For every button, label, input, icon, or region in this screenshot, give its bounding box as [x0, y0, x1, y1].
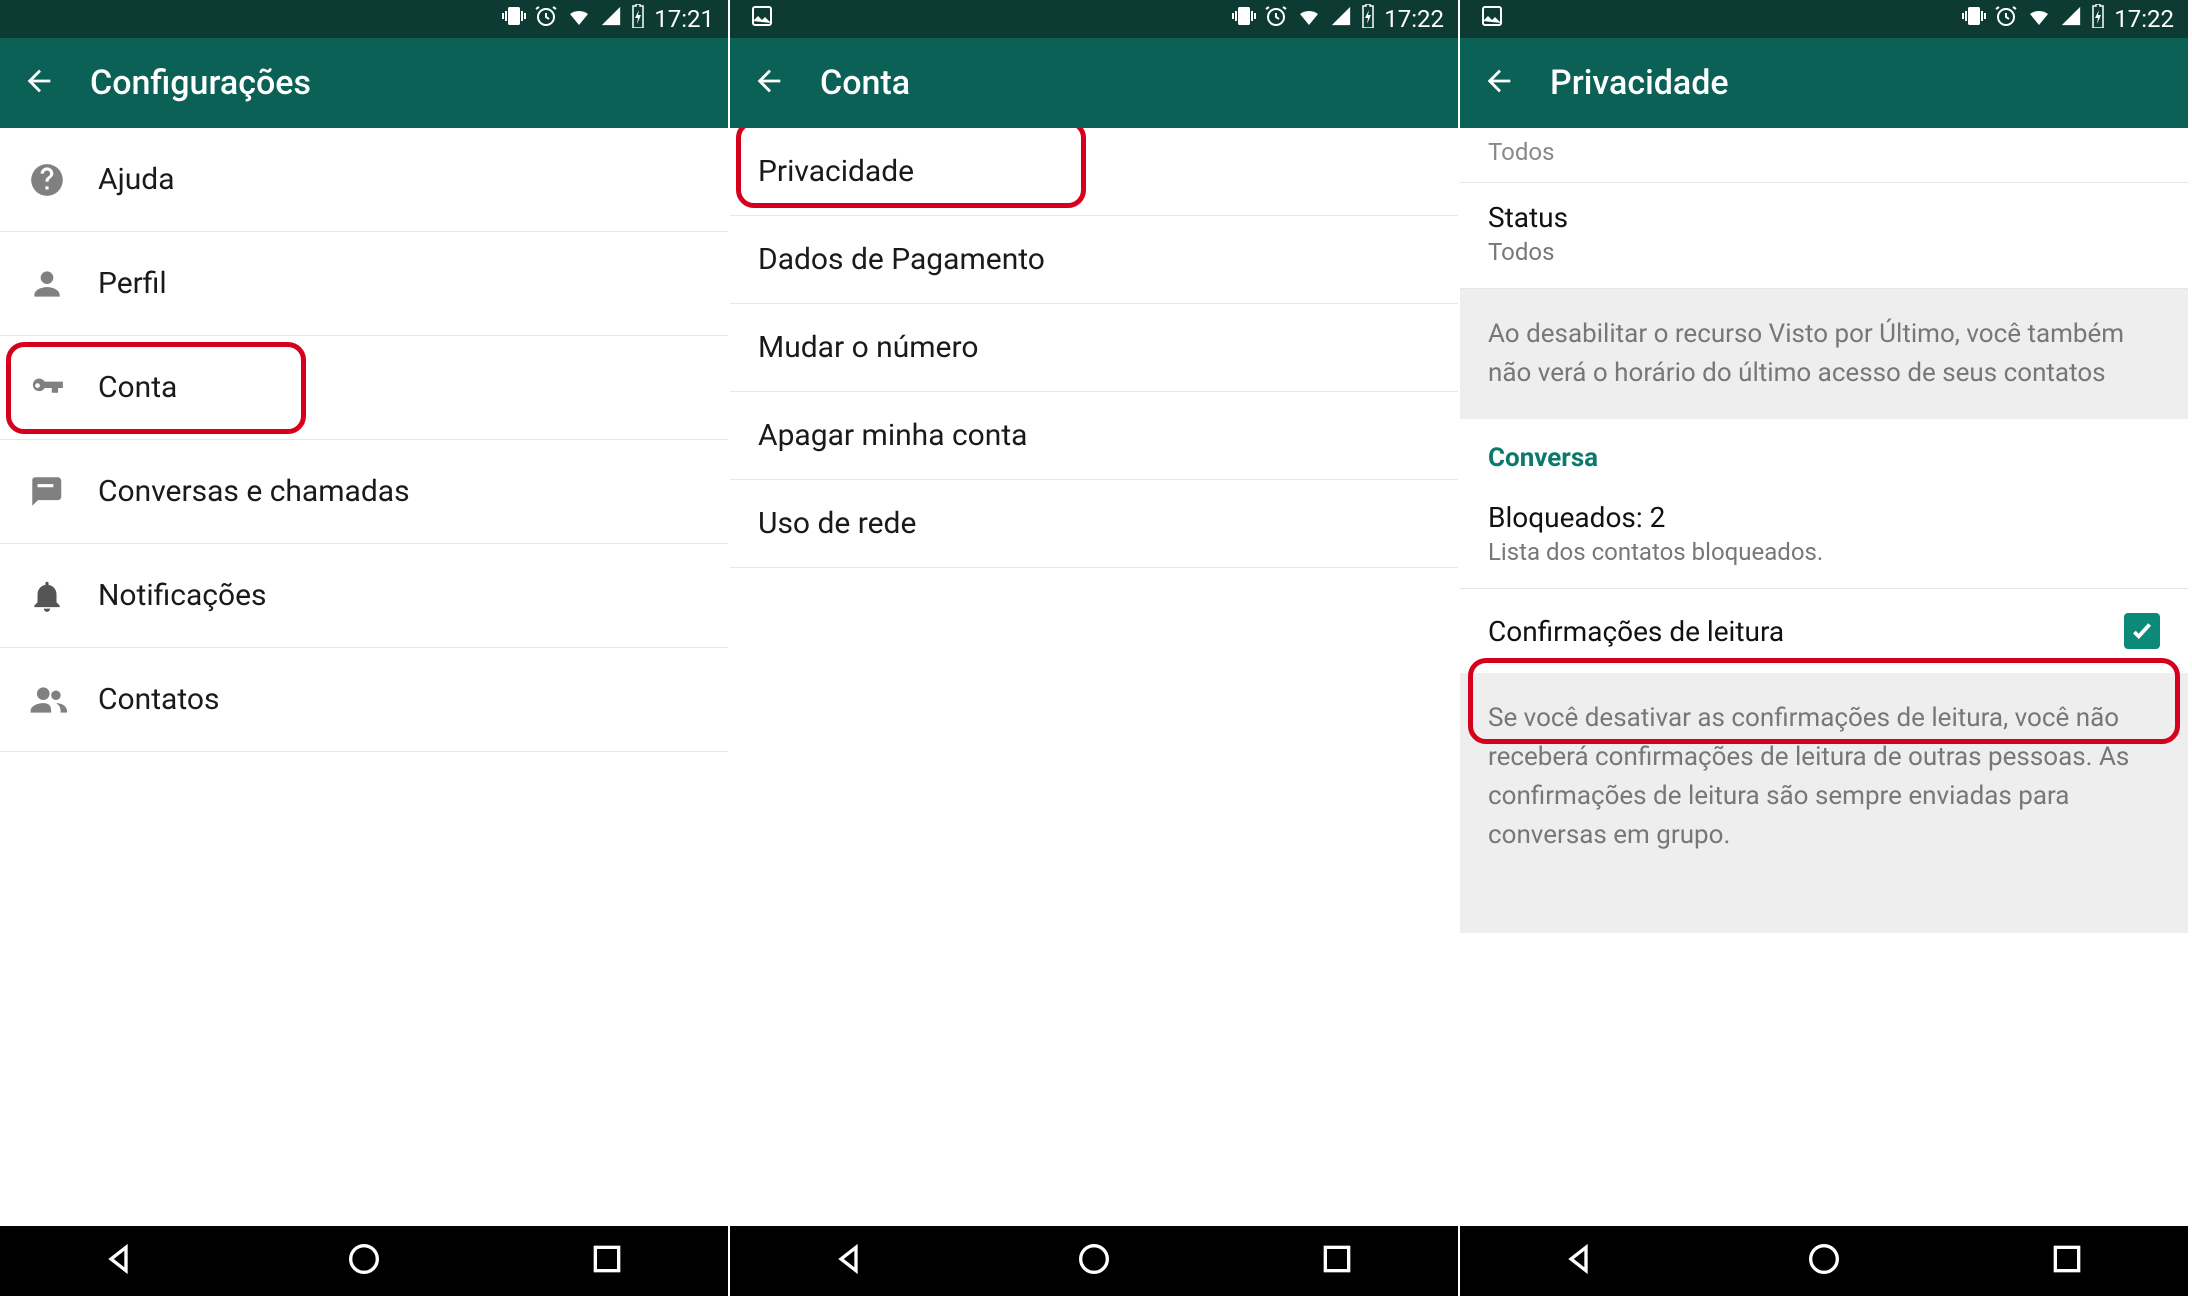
signal-icon: [2060, 5, 2082, 33]
item-label: Contatos: [98, 682, 219, 717]
item-bloqueados[interactable]: Bloqueados: 2 Lista dos contatos bloquea…: [1460, 483, 2188, 589]
app-bar: Configurações: [0, 38, 728, 128]
nav-recent-icon[interactable]: [2047, 1239, 2087, 1283]
app-bar-title: Configurações: [90, 63, 311, 103]
account-list: Privacidade Dados de Pagamento Mudar o n…: [730, 128, 1458, 1216]
item-notificacoes[interactable]: Notificações: [0, 544, 728, 648]
item-perfil[interactable]: Perfil: [0, 232, 728, 336]
signal-icon: [600, 5, 622, 33]
status-bar: 17:21: [0, 0, 728, 38]
note-last-seen: Ao desabilitar o recurso Visto por Últim…: [1460, 289, 2188, 419]
item-mudar-numero[interactable]: Mudar o número: [730, 304, 1458, 392]
vibrate-icon: [1962, 4, 1986, 34]
battery-icon: [630, 4, 646, 34]
status-bar: 17:22: [1460, 0, 2188, 38]
battery-icon: [1360, 4, 1376, 34]
clock-text: 17:21: [654, 5, 714, 33]
alarm-icon: [534, 4, 558, 34]
nav-home-icon[interactable]: [1074, 1239, 1114, 1283]
alarm-icon: [1264, 4, 1288, 34]
screen-configuracoes: 17:21 Configurações Ajuda Perfil Conta C…: [0, 0, 730, 1296]
nav-recent-icon[interactable]: [1317, 1239, 1357, 1283]
note-read-receipts: Se você desativar as confirmações de lei…: [1460, 673, 2188, 933]
item-label: Conversas e chamadas: [98, 474, 410, 509]
chat-icon: [28, 473, 98, 511]
settings-list: Ajuda Perfil Conta Conversas e chamadas …: [0, 128, 728, 1216]
blocked-label: Bloqueados: 2: [1488, 501, 2160, 534]
app-bar: Privacidade: [1460, 38, 2188, 128]
item-ajuda[interactable]: Ajuda: [0, 128, 728, 232]
screen-conta: 17:22 Conta Privacidade Dados de Pagamen…: [730, 0, 1460, 1296]
back-icon[interactable]: [752, 64, 786, 102]
person-icon: [28, 265, 98, 303]
signal-icon: [1330, 5, 1352, 33]
nav-bar: [0, 1216, 728, 1296]
clock-text: 17:22: [2114, 5, 2174, 33]
item-contatos[interactable]: Contatos: [0, 648, 728, 752]
app-bar-title: Privacidade: [1550, 63, 1729, 103]
back-icon[interactable]: [1482, 64, 1516, 102]
read-receipts-label: Confirmações de leitura: [1488, 615, 1784, 648]
item-label: Conta: [98, 370, 177, 405]
item-conta[interactable]: Conta: [0, 336, 728, 440]
key-icon: [28, 369, 98, 407]
item-label: Ajuda: [98, 162, 175, 197]
clock-text: 17:22: [1384, 5, 1444, 33]
nav-bar: [730, 1216, 1458, 1296]
battery-icon: [2090, 4, 2106, 34]
image-icon: [750, 4, 774, 34]
blocked-sub: Lista dos contatos bloqueados.: [1488, 538, 2160, 566]
status-label: Status: [1488, 201, 2160, 234]
item-label: Notificações: [98, 578, 266, 613]
nav-recent-icon[interactable]: [587, 1239, 627, 1283]
wifi-icon: [566, 4, 592, 34]
bell-icon: [28, 577, 98, 615]
nav-bar: [1460, 1216, 2188, 1296]
status-value: Todos: [1488, 238, 2160, 266]
back-icon[interactable]: [22, 64, 56, 102]
wifi-icon: [2026, 4, 2052, 34]
help-icon: [28, 161, 98, 199]
item-status[interactable]: Status Todos: [1460, 183, 2188, 289]
item-privacidade[interactable]: Privacidade: [730, 128, 1458, 216]
item-uso-rede[interactable]: Uso de rede: [730, 480, 1458, 568]
nav-home-icon[interactable]: [1804, 1239, 1844, 1283]
item-pagamento[interactable]: Dados de Pagamento: [730, 216, 1458, 304]
nav-back-icon[interactable]: [101, 1239, 141, 1283]
item-apagar-conta[interactable]: Apagar minha conta: [730, 392, 1458, 480]
vibrate-icon: [502, 4, 526, 34]
app-bar: Conta: [730, 38, 1458, 128]
nav-home-icon[interactable]: [344, 1239, 384, 1283]
checkbox-checked-icon[interactable]: [2124, 613, 2160, 649]
prev-item-value: Todos: [1460, 128, 2188, 183]
privacy-content: Todos Status Todos Ao desabilitar o recu…: [1460, 128, 2188, 1216]
app-bar-title: Conta: [820, 63, 910, 103]
alarm-icon: [1994, 4, 2018, 34]
nav-back-icon[interactable]: [1561, 1239, 1601, 1283]
nav-back-icon[interactable]: [831, 1239, 871, 1283]
vibrate-icon: [1232, 4, 1256, 34]
status-bar: 17:22: [730, 0, 1458, 38]
section-conversa: Conversa: [1460, 419, 2188, 483]
image-icon: [1480, 4, 1504, 34]
item-conversas[interactable]: Conversas e chamadas: [0, 440, 728, 544]
wifi-icon: [1296, 4, 1322, 34]
item-label: Perfil: [98, 266, 167, 301]
screen-privacidade: 17:22 Privacidade Todos Status Todos Ao …: [1460, 0, 2190, 1296]
contacts-icon: [28, 681, 98, 719]
item-confirmacoes-leitura[interactable]: Confirmações de leitura: [1460, 589, 2188, 673]
